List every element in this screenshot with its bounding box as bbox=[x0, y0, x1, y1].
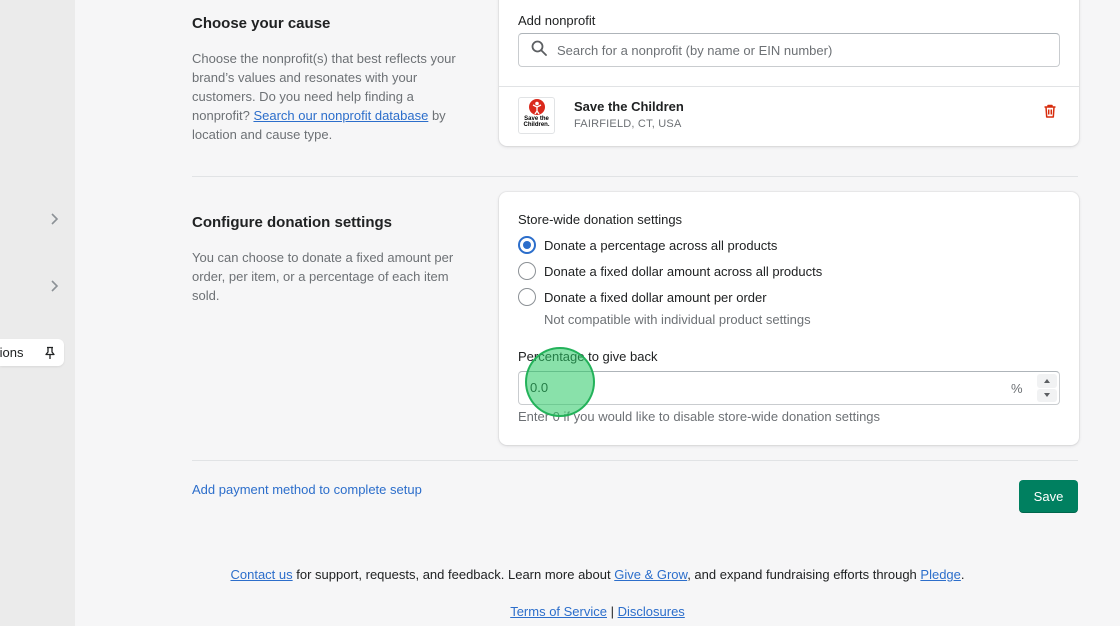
donation-section-description: You can choose to donate a fixed amount … bbox=[192, 250, 454, 303]
cause-section-title: Choose your cause bbox=[192, 15, 331, 32]
percentage-input[interactable] bbox=[530, 380, 990, 395]
search-icon bbox=[531, 40, 547, 61]
pin-icon[interactable] bbox=[43, 346, 57, 360]
increment-button[interactable] bbox=[1037, 374, 1057, 388]
nonprofit-location: FAIRFIELD, CT, USA bbox=[574, 118, 682, 130]
chevron-right-icon[interactable] bbox=[48, 279, 60, 293]
caret-down-icon bbox=[1044, 393, 1050, 398]
pledge-link[interactable]: Pledge bbox=[920, 567, 960, 582]
percent-suffix: % bbox=[1011, 381, 1023, 396]
give-grow-link[interactable]: Give & Grow bbox=[614, 567, 687, 582]
nonprofit-search-field[interactable] bbox=[518, 33, 1060, 67]
radio-option-percentage[interactable]: Donate a percentage across all products bbox=[518, 236, 777, 254]
option-help-text: Not compatible with individual product s… bbox=[544, 312, 811, 327]
nonprofit-card: Add nonprofit Save the Children. Save th… bbox=[499, 0, 1079, 146]
radio-option-label: Donate a fixed dollar amount across all … bbox=[544, 263, 823, 279]
footer-support-text: Contact us for support, requests, and fe… bbox=[75, 567, 1120, 582]
radio-option-fixed-per-order[interactable]: Donate a fixed dollar amount per order bbox=[518, 288, 767, 306]
contact-us-link[interactable]: Contact us bbox=[230, 567, 292, 582]
sidebar-pinned-item[interactable]: tions bbox=[0, 339, 64, 366]
percentage-field[interactable]: % bbox=[518, 371, 1060, 405]
radio-option-fixed-all-products[interactable]: Donate a fixed dollar amount across all … bbox=[518, 262, 822, 280]
donation-section-title: Configure donation settings bbox=[192, 214, 392, 231]
percentage-label: Percentage to give back bbox=[518, 349, 658, 364]
add-payment-method-link[interactable]: Add payment method to complete setup bbox=[192, 482, 422, 497]
nonprofit-name: Save the Children bbox=[574, 99, 684, 114]
footer-legal-links: Terms of Service | Disclosures bbox=[75, 604, 1120, 619]
footer-separator: | bbox=[607, 604, 618, 619]
radio-option-label: Donate a fixed dollar amount per order bbox=[544, 289, 767, 305]
radio-button[interactable] bbox=[518, 262, 536, 280]
card-divider bbox=[499, 86, 1079, 87]
chevron-right-icon[interactable] bbox=[48, 212, 60, 226]
donation-settings-card: Store-wide donation settings Donate a pe… bbox=[499, 192, 1079, 445]
cause-section-description: Choose the nonprofit(s) that best reflec… bbox=[192, 49, 472, 144]
logo-figure-icon bbox=[528, 99, 545, 115]
nonprofit-search-input[interactable] bbox=[557, 42, 1037, 58]
footer-text: . bbox=[960, 567, 965, 582]
number-spinner bbox=[1037, 374, 1057, 402]
section-separator bbox=[192, 176, 1078, 177]
store-wide-settings-label: Store-wide donation settings bbox=[518, 212, 683, 227]
left-sidebar: tions bbox=[0, 0, 75, 626]
radio-button-checked[interactable] bbox=[518, 236, 536, 254]
save-button[interactable]: Save bbox=[1019, 480, 1078, 513]
sidebar-pinned-item-label: tions bbox=[0, 345, 24, 360]
terms-of-service-link[interactable]: Terms of Service bbox=[510, 604, 607, 619]
save-the-children-logo: Save the Children. bbox=[518, 97, 555, 134]
section-separator bbox=[192, 460, 1078, 461]
caret-up-icon bbox=[1044, 378, 1050, 383]
nonprofit-database-link[interactable]: Search our nonprofit database bbox=[253, 108, 428, 123]
footer-text: for support, requests, and feedback. Lea… bbox=[292, 567, 615, 582]
radio-button[interactable] bbox=[518, 288, 536, 306]
decrement-button[interactable] bbox=[1037, 388, 1057, 402]
percentage-help-text: Enter 0 if you would like to disable sto… bbox=[518, 409, 881, 424]
radio-option-label: Donate a percentage across all products bbox=[544, 237, 778, 253]
footer-text: , and expand fundraising efforts through bbox=[687, 567, 921, 582]
delete-nonprofit-trash-icon[interactable] bbox=[1042, 103, 1058, 119]
disclosures-link[interactable]: Disclosures bbox=[618, 604, 685, 619]
add-nonprofit-label: Add nonprofit bbox=[518, 13, 596, 28]
logo-text-line-2: Children. bbox=[523, 122, 550, 128]
